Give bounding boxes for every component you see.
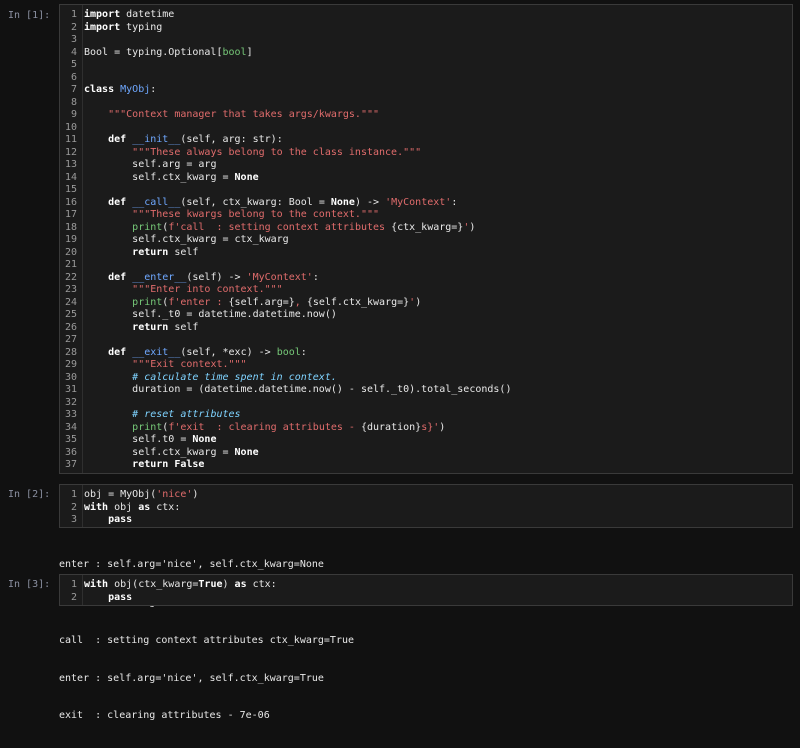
- code-line: 1 import datetime: [60, 9, 792, 22]
- line-number: 15: [64, 184, 77, 195]
- code-line: 15: [60, 184, 792, 197]
- line-number: 1: [70, 9, 77, 20]
- cell-prompt: In [2]:: [8, 489, 51, 500]
- output-line: exit : clearing attributes - 7e-06: [59, 710, 270, 721]
- line-number: 14: [64, 171, 77, 183]
- line-number: 12: [64, 146, 77, 158]
- line-number: 4: [70, 46, 77, 58]
- code-line: 11 def __init__(self, arg: str):: [60, 134, 792, 147]
- code-line: 10: [60, 122, 792, 135]
- code-line: 22 def __enter__(self) -> 'MyContext':: [60, 272, 792, 285]
- line-number: 36: [64, 446, 77, 458]
- code-line: 14 self.ctx_kwarg = None: [60, 172, 792, 185]
- line-number: 29: [64, 359, 77, 370]
- code-line: 29 """Exit context.""": [60, 359, 792, 372]
- line-number: 24: [64, 296, 77, 308]
- code-line: 28 def __exit__(self, *exc) -> bool:: [60, 347, 792, 360]
- line-number: 8: [70, 96, 77, 108]
- line-number: 7: [70, 84, 77, 95]
- code-line: 18 print(f'call : setting context attrib…: [60, 222, 792, 235]
- line-number: 33: [64, 409, 77, 420]
- code-line: 3: [60, 34, 792, 47]
- line-number: 2: [70, 21, 77, 33]
- line-number: 11: [64, 134, 77, 145]
- code-line: 5: [60, 59, 792, 72]
- line-number: 3: [70, 34, 77, 45]
- line-number: 2: [70, 591, 77, 603]
- code-line: 23 """Enter into context.""": [60, 284, 792, 297]
- line-number: 37: [64, 459, 77, 470]
- code-line: 21: [60, 259, 792, 272]
- line-number: 25: [64, 309, 77, 320]
- code-line: 30 # calculate time spent in context.: [60, 372, 792, 385]
- line-number: 3: [70, 514, 77, 525]
- code-line: 34 print(f'exit : clearing attributes - …: [60, 422, 792, 435]
- code-line: 17 """These kwargs belong to the context…: [60, 209, 792, 222]
- line-number: 5: [70, 59, 77, 70]
- code-line: 2 pass: [60, 592, 792, 605]
- code-cell-2[interactable]: In [2]: 1 obj = MyObj('nice') 2 with obj a…: [0, 484, 800, 608]
- code-line: 35 self.t0 = None: [60, 434, 792, 447]
- code-line: 37 return False: [60, 459, 792, 472]
- line-number: 10: [64, 121, 77, 133]
- code-line: 19 self.ctx_kwarg = ctx_kwarg: [60, 234, 792, 247]
- line-number: 26: [64, 321, 77, 333]
- line-number: 18: [64, 221, 77, 233]
- code-line: 20 return self: [60, 247, 792, 260]
- line-number: 22: [64, 271, 77, 283]
- line-number: 28: [64, 346, 77, 358]
- code-line: 6: [60, 72, 792, 85]
- code-line: 1 obj = MyObj('nice'): [60, 489, 792, 502]
- code-line: 33 # reset attributes: [60, 409, 792, 422]
- code-line: 16 def __call__(self, ctx_kwarg: Bool = …: [60, 197, 792, 210]
- code-editor[interactable]: 1 obj = MyObj('nice') 2 with obj as ctx: 3…: [59, 484, 793, 528]
- code-line: 12 """These always belong to the class i…: [60, 147, 792, 160]
- line-number: 30: [64, 371, 77, 383]
- code-line: 2 with obj as ctx:: [60, 502, 792, 515]
- output-line: call : setting context attributes ctx_kw…: [59, 635, 355, 646]
- code-line: 27: [60, 334, 792, 347]
- line-number: 1: [70, 579, 77, 590]
- line-number: 31: [64, 384, 77, 395]
- code-line: 2 import typing: [60, 22, 792, 35]
- cell-output: call : setting context attributes ctx_kw…: [59, 610, 354, 748]
- output-line: enter : self.arg='nice', self.ctx_kwarg=…: [59, 559, 324, 570]
- line-number: 9: [70, 109, 77, 120]
- line-number: 23: [64, 284, 77, 295]
- code-line: 1 with obj(ctx_kwarg=True) as ctx:: [60, 579, 792, 592]
- line-number: 13: [64, 159, 77, 170]
- output-line: enter : self.arg='nice', self.ctx_kwarg=…: [59, 672, 324, 684]
- line-number: 21: [64, 259, 77, 270]
- code-cell-1[interactable]: In [1]: 1 import datetime 2 import typing …: [0, 4, 800, 474]
- code-editor[interactable]: 1 import datetime 2 import typing 3 4 Bool …: [59, 4, 793, 474]
- code-editor[interactable]: 1 with obj(ctx_kwarg=True) as ctx: 2 pass: [59, 574, 793, 606]
- code-line: 13 self.arg = arg: [60, 159, 792, 172]
- cell-prompt: In [3]:: [8, 579, 51, 590]
- code-line: 4 Bool = typing.Optional[bool]: [60, 47, 792, 60]
- line-number: 17: [64, 209, 77, 220]
- line-number: 32: [64, 396, 77, 408]
- code-cell-3[interactable]: In [3]: 1 with obj(ctx_kwarg=True) as ctx…: [0, 574, 800, 721]
- line-number: 27: [64, 334, 77, 345]
- code-line: 24 print(f'enter : {self.arg=}, {self.ct…: [60, 297, 792, 310]
- line-number: 6: [70, 71, 77, 83]
- code-line: 25 self._t0 = datetime.datetime.now(): [60, 309, 792, 322]
- code-line: 36 self.ctx_kwarg = None: [60, 447, 792, 460]
- code-line: 3 pass: [60, 514, 792, 527]
- code-line: 26 return self: [60, 322, 792, 335]
- code-line: 32: [60, 397, 792, 410]
- line-number: 35: [64, 434, 77, 445]
- cell-prompt: In [1]:: [8, 10, 51, 21]
- code-line: 7 class MyObj:: [60, 84, 792, 97]
- line-number: 19: [64, 234, 77, 245]
- line-number: 34: [64, 421, 77, 433]
- code-line: 31 duration = (datetime.datetime.now() -…: [60, 384, 792, 397]
- code-line: 9 """Context manager that takes args/kwa…: [60, 109, 792, 122]
- line-number: 2: [70, 501, 77, 513]
- line-number: 1: [70, 489, 77, 500]
- line-number: 16: [64, 196, 77, 208]
- code-line: 8: [60, 97, 792, 110]
- line-number: 20: [64, 246, 77, 258]
